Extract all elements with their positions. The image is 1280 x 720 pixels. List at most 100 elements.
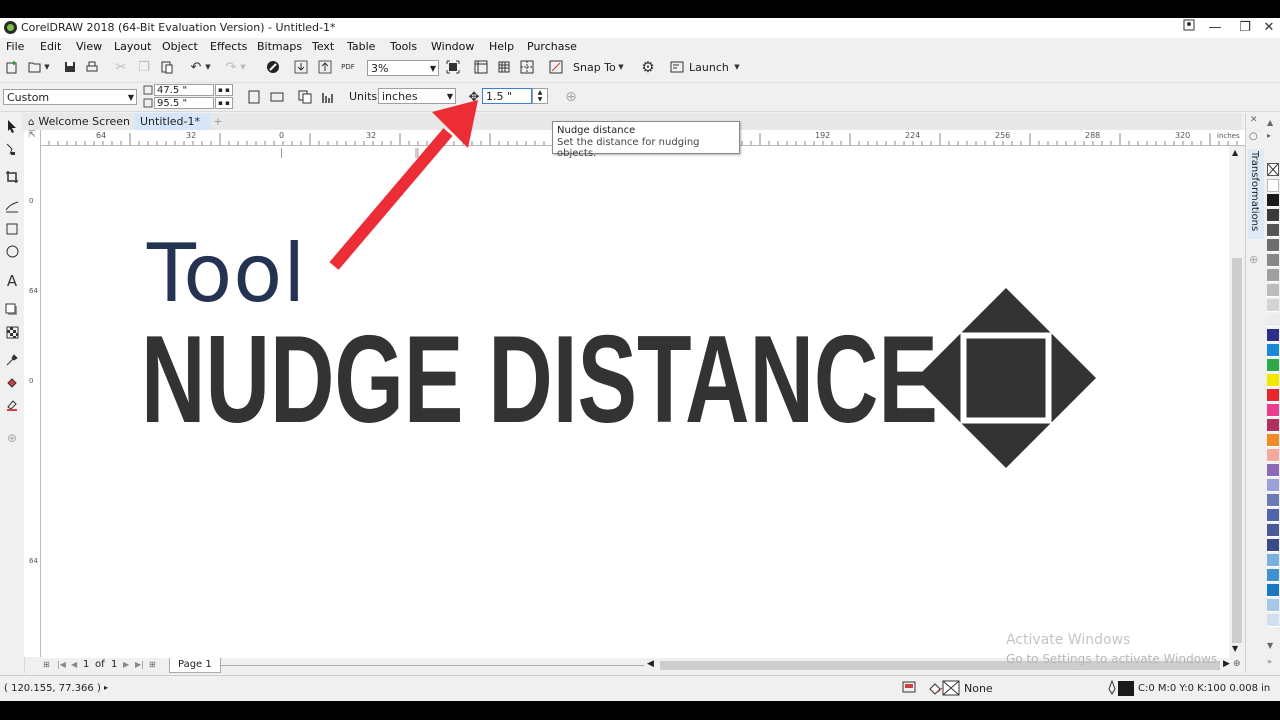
ellipse-tool-icon[interactable] (3, 242, 21, 260)
vertical-scroll-thumb[interactable] (1232, 258, 1242, 643)
menu-table[interactable]: Table (347, 40, 375, 53)
gear-icon[interactable]: ⚙ (639, 58, 657, 76)
add-docker-icon[interactable]: ⊕ (1249, 253, 1258, 266)
color-swatch[interactable] (1267, 284, 1279, 297)
vertical-scrollbar[interactable]: ▲ ▼ (1230, 146, 1244, 658)
color-swatch[interactable] (1267, 419, 1279, 432)
close-button[interactable]: ✕ (1254, 18, 1280, 38)
show-grid-icon[interactable] (495, 58, 513, 76)
width-stepper[interactable]: ▪ ▪ (215, 84, 233, 96)
outline-pen-icon[interactable] (1106, 679, 1118, 699)
color-swatch[interactable] (1267, 449, 1279, 462)
color-swatch[interactable] (1267, 434, 1279, 447)
next-page-icon[interactable]: ▶ (123, 660, 129, 669)
all-pages-icon[interactable] (296, 88, 314, 106)
cut-icon[interactable]: ✂ (112, 58, 130, 76)
color-swatch[interactable] (1267, 224, 1279, 237)
add-tab-button[interactable]: + (211, 113, 225, 130)
ruler-origin-icon[interactable]: ⇱ (24, 130, 41, 146)
menu-window[interactable]: Window (431, 40, 474, 53)
snap-to-label[interactable]: Snap To (573, 61, 616, 74)
snap-to-icon[interactable] (547, 58, 565, 76)
color-swatch[interactable] (1267, 179, 1279, 192)
page-size-combo[interactable]: Custom ▼ (3, 89, 137, 105)
color-swatch[interactable] (1267, 599, 1279, 612)
menu-layout[interactable]: Layout (114, 40, 151, 53)
color-swatch[interactable] (1267, 239, 1279, 252)
insert-page-after-icon[interactable]: ⊞ (149, 660, 156, 669)
scroll-right-icon[interactable]: ▶ (1223, 659, 1230, 669)
menu-bitmaps[interactable]: Bitmaps (257, 40, 302, 53)
search-content-icon[interactable] (264, 58, 282, 76)
undo-dropdown-icon[interactable]: ▼ (203, 58, 213, 76)
color-swatch[interactable] (1267, 509, 1279, 522)
scroll-left-icon[interactable]: ◀ (647, 659, 654, 669)
color-proofing-icon[interactable] (902, 681, 916, 696)
open-dropdown-icon[interactable]: ▼ (42, 58, 52, 76)
scroll-down-icon[interactable]: ▼ (1232, 644, 1238, 653)
menu-object[interactable]: Object (162, 40, 198, 53)
scroll-up-icon[interactable]: ▲ (1232, 148, 1238, 157)
palette-scroll-down-icon[interactable]: ▼ (1267, 641, 1273, 650)
nudge-stepper[interactable]: ▲ ▼ (532, 88, 548, 104)
menu-file[interactable]: File (6, 40, 24, 53)
zoom-level-combo[interactable]: 3% ▼ (367, 60, 439, 76)
publish-pdf-icon[interactable]: PDF (339, 58, 357, 76)
color-swatch[interactable] (1267, 209, 1279, 222)
transformations-tab[interactable]: Transformations (1248, 149, 1264, 239)
color-swatch[interactable] (1267, 569, 1279, 582)
color-swatch[interactable] (1267, 389, 1279, 402)
current-page-number[interactable]: 1 (83, 659, 89, 670)
color-swatch[interactable] (1267, 584, 1279, 597)
shape-tool-icon[interactable] (3, 140, 21, 158)
color-swatch[interactable] (1267, 344, 1279, 357)
color-swatch[interactable] (1267, 494, 1279, 507)
color-swatch[interactable] (1267, 359, 1279, 372)
crop-tool-icon[interactable] (3, 168, 21, 186)
no-color-swatch[interactable] (1267, 163, 1279, 176)
menu-help[interactable]: Help (489, 40, 514, 53)
color-swatch[interactable] (1267, 374, 1279, 387)
vertical-ruler[interactable]: 0 64 0 64 (24, 145, 41, 657)
first-page-icon[interactable]: |◀ (57, 660, 66, 669)
full-screen-preview-icon[interactable] (444, 58, 462, 76)
freehand-tool-icon[interactable] (3, 197, 21, 215)
launch-dropdown-icon[interactable]: ▼ (732, 58, 742, 76)
color-swatch[interactable] (1267, 329, 1279, 342)
menu-purchase[interactable]: Purchase (527, 40, 577, 53)
text-tool-icon[interactable]: A (3, 272, 21, 290)
color-swatch[interactable] (1267, 464, 1279, 477)
zoom-icon[interactable]: ⊕ (1233, 659, 1241, 669)
palette-expand-icon[interactable]: » (1267, 657, 1272, 666)
rectangle-tool-icon[interactable] (3, 220, 21, 238)
export-icon[interactable] (316, 58, 334, 76)
page-1-tab[interactable]: Page 1 (169, 658, 221, 673)
paste-icon[interactable] (158, 58, 176, 76)
menu-view[interactable]: View (76, 40, 102, 53)
previous-page-icon[interactable]: ◀ (71, 660, 77, 669)
docker-options-icon[interactable]: ○ (1249, 131, 1258, 142)
minimize-button[interactable]: — (1200, 18, 1230, 38)
drawing-canvas[interactable]: Tool NUDGE DISTANCE (41, 146, 1229, 658)
landscape-icon[interactable] (268, 88, 286, 106)
portrait-icon[interactable] (245, 88, 263, 106)
color-swatch[interactable] (1267, 539, 1279, 552)
redo-dropdown-icon[interactable]: ▼ (238, 58, 248, 76)
color-swatch[interactable] (1267, 614, 1279, 627)
menu-effects[interactable]: Effects (210, 40, 247, 53)
print-icon[interactable] (83, 58, 101, 76)
last-page-icon[interactable]: ▶| (135, 660, 144, 669)
eyedropper-tool-icon[interactable] (3, 351, 21, 369)
menu-text[interactable]: Text (312, 40, 334, 53)
color-swatch[interactable] (1267, 554, 1279, 567)
show-rulers-icon[interactable] (472, 58, 490, 76)
add-preset-icon[interactable]: ⊕ (562, 88, 580, 106)
height-stepper[interactable]: ▪ ▪ (215, 97, 233, 109)
color-swatch[interactable] (1267, 524, 1279, 537)
new-document-icon[interactable] (3, 58, 21, 76)
color-swatch[interactable] (1267, 299, 1279, 312)
color-swatch[interactable] (1267, 479, 1279, 492)
tab-untitled-1[interactable]: Untitled-1* (134, 113, 211, 130)
color-swatch[interactable] (1267, 254, 1279, 267)
import-icon[interactable] (292, 58, 310, 76)
